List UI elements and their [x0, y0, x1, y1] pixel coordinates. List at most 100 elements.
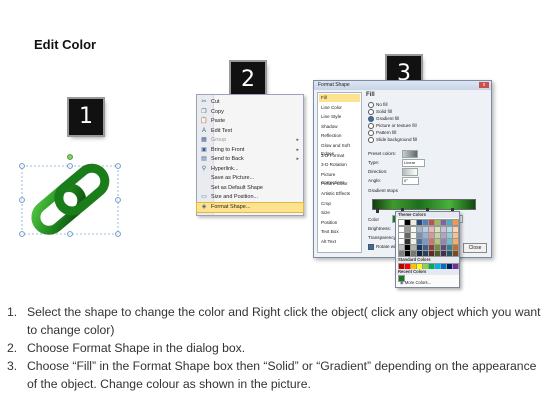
submenu-arrow-icon: ▸ — [296, 156, 299, 162]
radio-icon — [368, 123, 374, 129]
fill-option-radio[interactable]: Pattern fill — [368, 130, 396, 136]
fill-option-radio[interactable]: No fill — [368, 102, 388, 108]
color-swatch[interactable] — [452, 250, 459, 257]
sidebar-item-fill[interactable]: Fill — [319, 94, 360, 103]
page-title: Edit Color — [34, 37, 97, 52]
transparency-label: Transparency: — [368, 235, 398, 240]
sidebar-item-artistic-effects[interactable]: Artistic Effects — [319, 190, 360, 198]
angle-input[interactable]: 0° — [402, 177, 419, 185]
checkbox-icon — [368, 243, 374, 250]
fill-option-label: Slide background fill — [376, 137, 418, 143]
sidebar-item-3-d-rotation[interactable]: 3-D Rotation — [319, 161, 360, 169]
fill-option-label: Picture or texture fill — [376, 123, 417, 129]
menu-item-format-shape[interactable]: ◈ Format Shape... — [196, 201, 304, 213]
menu-item-hyperlink[interactable]: ⚲ Hyperlink... — [197, 165, 303, 174]
sidebar-item-reflection[interactable]: Reflection — [319, 132, 360, 140]
step-number: 2. — [7, 341, 18, 355]
fill-option-label: No fill — [376, 102, 388, 108]
sidebar-item-crop[interactable]: Crop — [319, 200, 360, 208]
menu-item-paste[interactable]: 📋 Paste — [197, 117, 303, 126]
step-badge-2: 2 — [231, 62, 265, 98]
step-number: 3. — [7, 359, 18, 373]
fill-option-radio[interactable]: Picture or texture fill — [368, 123, 417, 129]
menu-item-copy[interactable]: ❐ Copy — [197, 108, 303, 117]
radio-icon — [368, 137, 374, 143]
type-label: Type: — [368, 160, 380, 165]
close-icon[interactable]: x — [479, 82, 489, 88]
fill-option-radio[interactable]: Gradient fill — [368, 116, 399, 122]
color-picker-dropdown: Theme Colors Standard Colors Recent Colo… — [395, 211, 460, 288]
menu-item-bring-to-front[interactable]: ▣ Bring to Front ▸ — [197, 146, 303, 155]
menu-item-edit-text[interactable]: A Edit Text — [197, 127, 303, 136]
fill-option-radio[interactable]: Slide background fill — [368, 137, 417, 143]
sidebar-item-line-color[interactable]: Line Color — [319, 104, 360, 112]
menu-item-label: Bring to Front — [211, 146, 245, 153]
more-colors-label: More Colors... — [404, 280, 432, 285]
menu-item-send-to-back[interactable]: ▤ Send to Back ▸ — [197, 155, 303, 164]
step-number: 1. — [7, 305, 18, 319]
color-label: Color — [368, 217, 379, 222]
menu-item-label: Hyperlink... — [211, 165, 239, 172]
gradient-stop[interactable] — [376, 208, 379, 213]
step-2: 2. Choose Format Shape in the dialog box. — [7, 339, 547, 357]
step-text: Choose “Fill” in the Format Shape box th… — [27, 359, 537, 391]
fill-option-label: Solid fill — [376, 109, 392, 115]
menu-item-label: Edit Text — [211, 127, 232, 134]
sidebar-item-alt-text[interactable]: Alt Text — [319, 238, 360, 246]
sidebar-item-size[interactable]: Size — [319, 209, 360, 217]
pane-title: Fill — [366, 92, 375, 98]
chain-link-shape[interactable] — [16, 152, 126, 248]
step-1: 1. Select the shape to change the color a… — [7, 303, 547, 339]
submenu-arrow-icon: ▸ — [296, 137, 299, 143]
menu-item-size-and-position[interactable]: ▭ Size and Position... — [197, 193, 303, 202]
more-colors-link[interactable]: ◉ More Colors... — [400, 280, 431, 286]
menu-item-label: Group — [211, 137, 227, 143]
menu-item-label: Cut — [211, 99, 220, 105]
menu-item-label: Set as Default Shape — [211, 184, 263, 191]
group-icon: ▦ — [201, 137, 207, 143]
color-swatch[interactable] — [452, 219, 459, 226]
preset-colors-dropdown[interactable] — [402, 150, 418, 158]
step-3: 3. Choose “Fill” in the Format Shape box … — [7, 357, 547, 393]
fill-option-radio[interactable]: Solid fill — [368, 109, 392, 115]
type-dropdown[interactable]: Linear — [402, 159, 425, 167]
recent-colors-header: Recent Colors — [396, 269, 459, 275]
paste-icon: 📋 — [200, 118, 208, 124]
sidebar-item-3-d-format[interactable]: 3-D Format — [319, 152, 360, 160]
step-text: Choose Format Shape in the dialog box. — [27, 341, 246, 355]
gradient-bar[interactable] — [372, 199, 476, 210]
preset-colors-label: Preset colors: — [368, 151, 397, 156]
radio-icon — [368, 109, 374, 115]
sidebar-item-glow-and-soft-edges[interactable]: Glow and Soft Edges — [319, 142, 360, 156]
menu-item-group[interactable]: ▦ Group ▸ — [197, 136, 303, 145]
edit-text-icon: A — [201, 127, 206, 134]
menu-item-save-as-picture[interactable]: Save as Picture... — [197, 174, 303, 183]
sidebar-item-text-box[interactable]: Text Box — [319, 228, 360, 236]
radio-icon — [368, 116, 374, 122]
angle-label: Angle: — [368, 178, 382, 183]
menu-item-label: Copy — [211, 108, 224, 115]
copy-icon: ❐ — [201, 108, 207, 115]
gradient-stops-label: Gradient stops — [368, 188, 398, 193]
brightness-label: Brightness: — [368, 226, 391, 231]
theme-colors-header: Theme Colors — [396, 212, 459, 218]
menu-item-label: Paste — [211, 118, 226, 124]
menu-item-cut[interactable]: ✂ Cut — [197, 98, 303, 107]
scissors-icon: ✂ — [201, 99, 207, 105]
menu-item-label: Format Shape... — [211, 203, 251, 210]
direction-dropdown[interactable] — [402, 168, 418, 176]
sidebar-item-position[interactable]: Position — [319, 219, 360, 227]
close-button[interactable]: Close — [463, 243, 487, 253]
radio-icon — [368, 130, 374, 136]
step-text: Select the shape to change the color and… — [27, 305, 541, 337]
send-back-icon: ▤ — [201, 156, 207, 162]
sidebar-item-picture-color[interactable]: Picture Color — [319, 180, 360, 188]
sidebar-item-line-style[interactable]: Line Style — [319, 113, 360, 121]
fill-option-label: Gradient fill — [376, 116, 400, 122]
sidebar-item-shadow[interactable]: Shadow — [319, 123, 360, 131]
menu-item-label: Size and Position... — [211, 194, 259, 200]
direction-label: Direction: — [368, 169, 388, 174]
sidebar-item-picture-corrections[interactable]: Picture Corrections — [319, 171, 360, 185]
menu-item-set-as-default-shape[interactable]: Set as Default Shape — [197, 184, 303, 193]
submenu-arrow-icon: ▸ — [296, 146, 299, 153]
